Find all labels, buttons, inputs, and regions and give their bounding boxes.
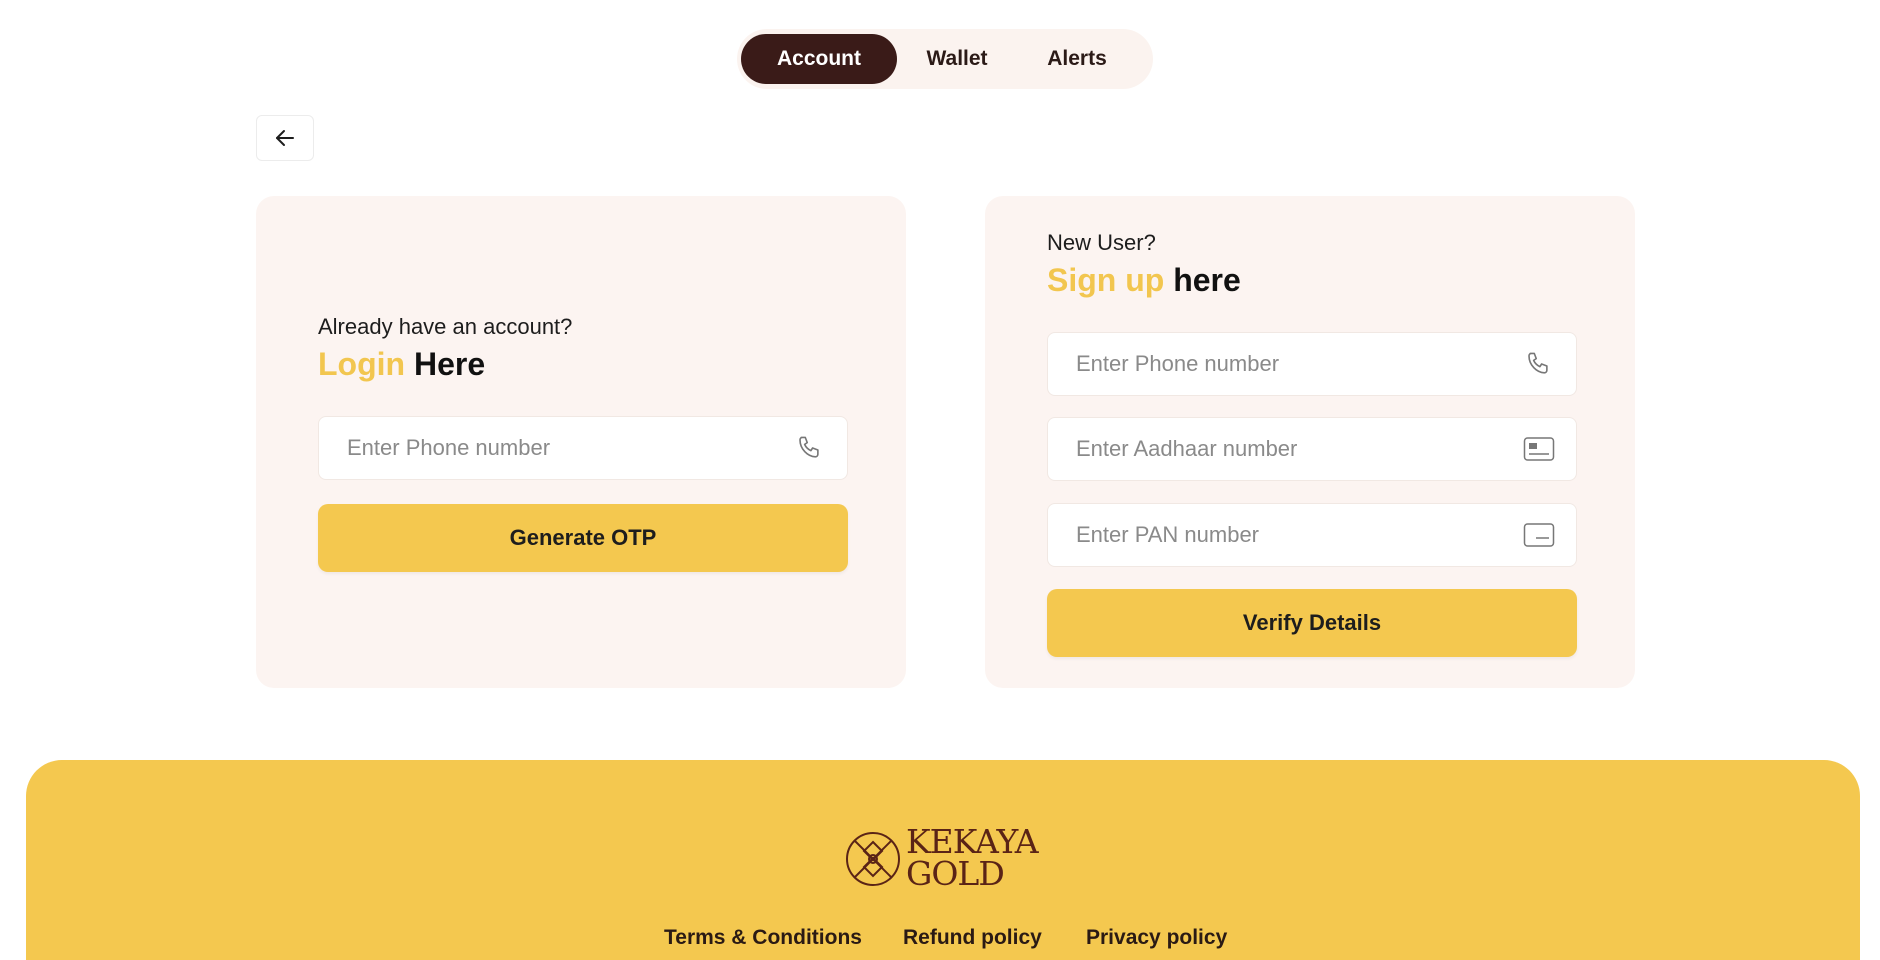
arrow-left-icon <box>276 130 294 146</box>
back-button[interactable] <box>256 115 314 161</box>
generate-otp-button[interactable]: Generate OTP <box>318 504 848 572</box>
signup-heading-accent: Sign up <box>1047 262 1165 298</box>
login-heading: Login Here <box>318 346 485 383</box>
login-heading-rest: Here <box>413 346 486 382</box>
phone-icon <box>1522 347 1556 381</box>
signup-card: New User? Sign up here Ve <box>985 196 1635 688</box>
signup-pan-input[interactable] <box>1076 522 1522 548</box>
footer: KEKAYA GOLD Terms & Conditions Refund po… <box>26 760 1860 960</box>
login-eyebrow: Already have an account? <box>318 314 573 339</box>
login-card: Already have an account? Login Here Gene… <box>256 196 906 688</box>
tab-alerts[interactable]: Alerts <box>1022 34 1132 84</box>
login-phone-input[interactable] <box>347 435 793 461</box>
signup-eyebrow: New User? <box>1047 230 1156 255</box>
refund-policy-link[interactable]: Refund policy <box>903 926 1042 950</box>
login-phone-field <box>318 416 848 480</box>
tab-account[interactable]: Account <box>741 34 897 84</box>
card-icon <box>1522 518 1556 552</box>
tab-wallet[interactable]: Wallet <box>902 34 1012 84</box>
id-card-icon <box>1522 432 1556 466</box>
brand-line-2: GOLD <box>906 854 1005 893</box>
signup-aadhaar-field <box>1047 417 1577 481</box>
brand-logo: KEKAYA GOLD <box>844 825 1044 896</box>
terms-link[interactable]: Terms & Conditions <box>664 926 862 950</box>
brand-name: KEKAYA GOLD <box>906 825 1039 893</box>
login-heading-accent: Login <box>318 346 406 382</box>
signup-heading: Sign up here <box>1047 262 1241 299</box>
signup-phone-input[interactable] <box>1076 351 1522 377</box>
top-tab-bar: Account Wallet Alerts <box>737 29 1153 89</box>
signup-heading-rest: here <box>1173 262 1241 298</box>
signup-aadhaar-input[interactable] <box>1076 436 1522 462</box>
verify-details-button[interactable]: Verify Details <box>1047 589 1577 657</box>
signup-phone-field <box>1047 332 1577 396</box>
privacy-policy-link[interactable]: Privacy policy <box>1086 926 1227 950</box>
signup-pan-field <box>1047 503 1577 567</box>
brand-emblem-icon <box>846 832 900 886</box>
phone-icon <box>793 431 827 465</box>
